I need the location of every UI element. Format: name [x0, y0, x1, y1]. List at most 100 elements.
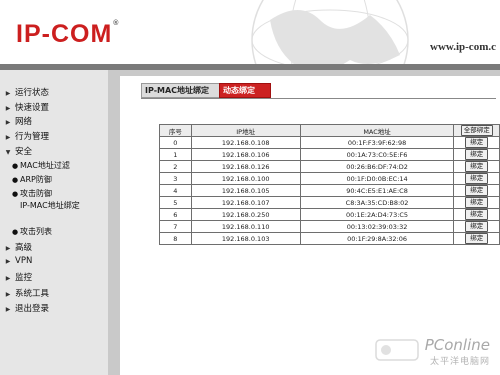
cell-action: 绑定 — [453, 148, 500, 161]
dynamic-binding-table: 序号 IP地址 MAC地址 全部绑定 0 192.168.0.108 00:1F:F… — [159, 124, 500, 245]
sidebar-subitem-arp[interactable]: ● ARP防御 — [12, 174, 106, 185]
cell-action: 绑定 — [453, 232, 500, 245]
sidebar-item-label: 高级 — [15, 243, 33, 253]
cell-mac: 90:4C:E5:E1:AE:C8 — [299, 184, 455, 197]
cell-mac: 00:26:B6:DF:74:D2 — [299, 160, 455, 173]
cell-ip: 192.168.0.107 — [190, 196, 301, 209]
bullet-icon: ● — [12, 162, 19, 170]
watermark-brand: PConline — [424, 336, 490, 354]
cell-ip: 192.168.0.250 — [190, 208, 301, 221]
sidebar-item-vpn[interactable]: ▶ VPN — [0, 256, 108, 266]
watermark: PConline 太平洋电脑网 — [374, 336, 490, 367]
table-row: 8 192.168.0.103 00:1F:29:8A:32:06 绑定 — [159, 232, 500, 245]
table-header-row: 序号 IP地址 MAC地址 全部绑定 — [159, 124, 500, 137]
sidebar-item-quick-setup[interactable]: ▶ 快速设置 — [0, 101, 108, 113]
bind-button[interactable]: 绑定 — [465, 233, 489, 244]
bind-button[interactable]: 绑定 — [465, 197, 489, 208]
chevron-right-icon: ▶ — [5, 291, 11, 298]
sidebar-item-network[interactable]: ▶ 网络 — [0, 115, 108, 127]
sidebar-subitem-mac-filter[interactable]: ● MAC地址过滤 — [12, 160, 106, 171]
bind-button[interactable]: 绑定 — [465, 161, 489, 172]
sidebar-subitem-label: 攻击防御 — [20, 189, 52, 198]
cell-no: 8 — [159, 232, 192, 245]
cell-no: 5 — [159, 196, 192, 209]
sidebar-subitem-label: IP-MAC地址绑定 — [20, 201, 80, 210]
cell-action: 绑定 — [453, 172, 500, 185]
bind-button[interactable]: 绑定 — [465, 173, 489, 184]
sidebar-item-label: 退出登录 — [15, 304, 50, 314]
cell-ip: 192.168.0.126 — [190, 160, 301, 173]
cell-mac: 00:1E:2A:D4:73:C5 — [299, 208, 455, 221]
sidebar-subitem-attack-list[interactable]: ● 攻击列表 — [12, 226, 106, 237]
bind-button[interactable]: 绑定 — [465, 137, 489, 148]
table-row: 3 192.168.0.100 00:1F:D0:0B:EC:14 绑定 — [159, 172, 500, 185]
cell-ip: 192.168.0.103 — [190, 232, 301, 245]
sidebar-item-label: 运行状态 — [15, 88, 50, 98]
bind-button[interactable]: 绑定 — [465, 221, 489, 232]
chevron-down-icon: ▼ — [5, 149, 11, 156]
cell-ip: 192.168.0.108 — [190, 136, 301, 149]
cell-action: 绑定 — [453, 160, 500, 173]
bullet-icon: ● — [12, 228, 19, 236]
table-row: 7 192.168.0.110 00:13:02:39:03:32 绑定 — [159, 220, 500, 233]
cell-no: 3 — [159, 172, 192, 185]
cell-action: 绑定 — [453, 136, 500, 149]
tab-dynamic-binding[interactable]: 动态绑定 — [219, 83, 271, 98]
cell-mac: 00:13:02:39:03:32 — [299, 220, 455, 233]
table-row: 1 192.168.0.106 00:1A:73:C0:5E:F6 绑定 — [159, 148, 500, 161]
sidebar-item-label: 监控 — [15, 273, 33, 283]
chevron-right-icon: ▶ — [5, 119, 11, 126]
cell-no: 0 — [159, 136, 192, 149]
sidebar-subitem-label: 攻击列表 — [20, 227, 52, 236]
watermark-subtitle: 太平洋电脑网 — [429, 357, 490, 367]
bind-button[interactable]: 绑定 — [465, 149, 489, 160]
sidebar-item-monitor[interactable]: ▶ 监控 — [0, 271, 108, 283]
chevron-right-icon: ▶ — [5, 306, 11, 313]
cell-ip: 192.168.0.110 — [190, 220, 301, 233]
tab-ip-mac-binding[interactable]: IP-MAC地址绑定 — [141, 83, 223, 98]
tab-divider — [141, 98, 496, 99]
cell-action: 绑定 — [453, 208, 500, 221]
sidebar-item-system-tools[interactable]: ▶ 系统工具 — [0, 287, 108, 299]
sidebar-item-label: 快速设置 — [15, 103, 50, 113]
sidebar-item-status[interactable]: ▶ 运行状态 — [0, 86, 108, 98]
cell-action: 绑定 — [453, 184, 500, 197]
cell-mac: C8:3A:35:CD:B8:02 — [299, 196, 455, 209]
sidebar-item-label: 行为管理 — [15, 132, 50, 142]
sidebar-subitem-label: ARP防御 — [20, 175, 52, 184]
watermark-badge-icon — [374, 339, 419, 361]
cell-mac: 00:1F:F3:9F:62:98 — [299, 136, 455, 149]
cell-action: 绑定 — [453, 196, 500, 209]
cell-ip: 192.168.0.105 — [190, 184, 301, 197]
logo-tm: ® — [113, 20, 120, 27]
bind-button[interactable]: 绑定 — [465, 185, 489, 196]
cell-action: 绑定 — [453, 220, 500, 233]
bind-all-button[interactable]: 全部绑定 — [460, 125, 493, 136]
table-row: 4 192.168.0.105 90:4C:E5:E1:AE:C8 绑定 — [159, 184, 500, 197]
sidebar-item-label: 网络 — [15, 117, 33, 127]
globe-map-icon — [251, 0, 409, 64]
cell-ip: 192.168.0.100 — [190, 172, 301, 185]
chevron-right-icon: ▶ — [5, 245, 11, 252]
sidebar-item-advanced[interactable]: ▶ 高级 — [0, 241, 108, 253]
sidebar-subitem-attack-defense[interactable]: ● 攻击防御 — [12, 188, 106, 199]
table-row: 5 192.168.0.107 C8:3A:35:CD:B8:02 绑定 — [159, 196, 500, 209]
sidebar-item-security[interactable]: ▼ 安全 — [0, 145, 108, 157]
cell-no: 6 — [159, 208, 192, 221]
sidebar-item-behavior[interactable]: ▶ 行为管理 — [0, 130, 108, 142]
sidebar-subitem-label: MAC地址过滤 — [20, 161, 70, 170]
cell-mac: 00:1F:D0:0B:EC:14 — [299, 172, 455, 185]
chevron-right-icon: ▶ — [5, 134, 11, 141]
cell-no: 2 — [159, 160, 192, 173]
sidebar-item-label: 安全 — [15, 147, 33, 157]
sidebar-item-logout[interactable]: ▶ 退出登录 — [0, 302, 108, 314]
cell-no: 4 — [159, 184, 192, 197]
header-ip: IP地址 — [190, 124, 301, 137]
table-row: 0 192.168.0.108 00:1F:F3:9F:62:98 绑定 — [159, 136, 500, 149]
bind-button[interactable]: 绑定 — [465, 209, 489, 220]
sidebar-subitem-ip-mac-binding[interactable]: IP-MAC地址绑定 — [20, 200, 100, 211]
header: IP-COM® www.ip-com.c — [0, 0, 500, 64]
chevron-right-icon: ▶ — [5, 105, 11, 112]
sidebar-item-label: 系统工具 — [15, 289, 50, 299]
logo-text: IP-COM — [16, 20, 113, 48]
